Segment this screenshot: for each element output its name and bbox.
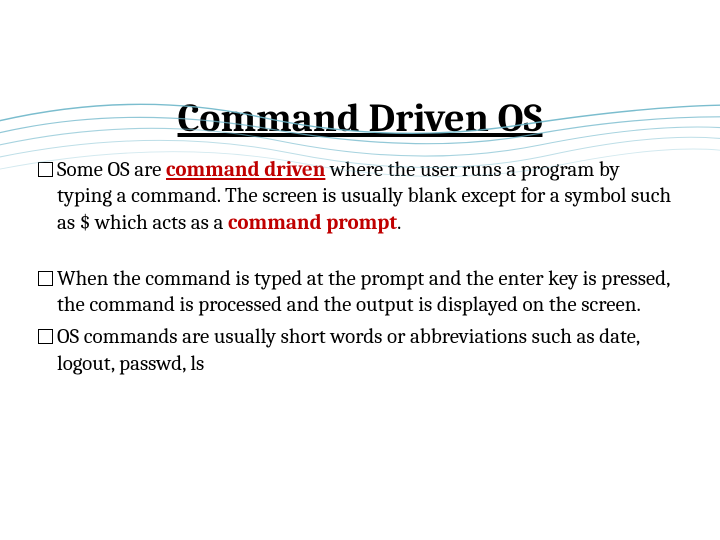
slide-body: Some OS are command driven where the use… bbox=[0, 157, 720, 377]
bullet-icon bbox=[38, 162, 53, 177]
bullet-text-1: Some OS are command driven where the use… bbox=[57, 157, 676, 236]
bullet-item-3: OS commands are usually short words or a… bbox=[38, 324, 676, 377]
bullet-text-3: OS commands are usually short words or a… bbox=[57, 324, 676, 377]
keyword-command-driven: command driven bbox=[166, 158, 325, 182]
bullet-item-2: When the command is typed at the prompt … bbox=[38, 266, 676, 319]
p1-post: . bbox=[397, 211, 401, 235]
paragraph-gap bbox=[38, 242, 676, 266]
p1-pre: Some OS are bbox=[57, 158, 166, 182]
bullet-icon bbox=[38, 271, 53, 286]
keyword-command-prompt: command prompt bbox=[228, 211, 397, 235]
slide-title: Command Driven OS bbox=[0, 95, 720, 141]
bullet-icon bbox=[38, 329, 53, 344]
bullet-text-2: When the command is typed at the prompt … bbox=[57, 266, 676, 319]
bullet-item-1: Some OS are command driven where the use… bbox=[38, 157, 676, 236]
